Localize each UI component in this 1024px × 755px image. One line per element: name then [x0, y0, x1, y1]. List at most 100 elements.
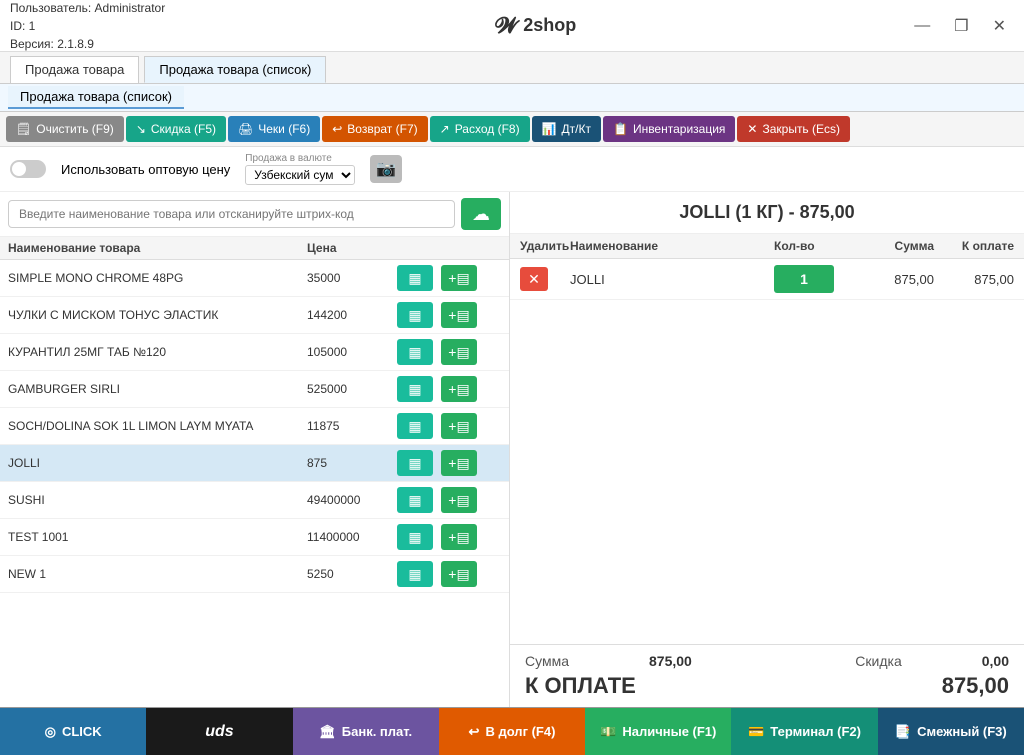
barcode-button[interactable]: ▦	[397, 487, 433, 513]
minimize-button[interactable]: —	[906, 15, 938, 37]
add-to-cart-button[interactable]: +▤	[441, 413, 477, 439]
cart-col-qty: Кол-во	[774, 239, 854, 253]
close-button[interactable]: ✕ Закрыть (Ecs)	[737, 116, 850, 142]
camera-button[interactable]: 📷	[370, 155, 402, 183]
inventory-button[interactable]: 📋 Инвентаризация	[603, 116, 735, 142]
barcode-button[interactable]: ▦	[397, 265, 433, 291]
scan-button[interactable]: ☁	[461, 198, 501, 230]
add-to-cart-button[interactable]: +▤	[441, 302, 477, 328]
add-icon: +▤	[448, 418, 469, 435]
add-to-cart-button[interactable]: +▤	[441, 376, 477, 402]
restore-button[interactable]: ❐	[946, 14, 976, 38]
total-pay-row: К ОПЛАТЕ 875,00	[525, 673, 1009, 699]
tab-sale[interactable]: Продажа товара	[10, 56, 139, 83]
cart-col-name: Наименование	[570, 239, 774, 253]
products-list: SIMPLE MONO CHROME 48PG 35000 ▦ +▤ ЧУЛКИ…	[0, 260, 509, 707]
barcode-button[interactable]: ▦	[397, 561, 433, 587]
terminal-button[interactable]: 💳 Терминал (F2)	[731, 708, 877, 755]
left-panel: ☁ Наименование товара Цена SIMPLE MONO C…	[0, 192, 510, 707]
dtkt-icon: 📊	[542, 122, 557, 136]
id-label: ID: 1	[10, 17, 165, 35]
product-name: TEST 1001	[8, 530, 307, 544]
options-row: Использовать оптовую цену Продажа в валю…	[0, 147, 1024, 192]
delete-cart-item-button[interactable]: ✕	[520, 267, 548, 291]
table-row[interactable]: КУРАНТИЛ 25МГ ТАБ №120 105000 ▦ +▤	[0, 334, 509, 371]
add-to-cart-button[interactable]: +▤	[441, 487, 477, 513]
barcode-button[interactable]: ▦	[397, 413, 433, 439]
search-input[interactable]	[8, 200, 455, 228]
close-icon: ✕	[747, 122, 757, 136]
col-price: Цена	[307, 241, 397, 255]
uds-button[interactable]: uds	[146, 708, 292, 755]
barcode-icon: ▦	[408, 529, 421, 546]
table-row[interactable]: SIMPLE MONO CHROME 48PG 35000 ▦ +▤	[0, 260, 509, 297]
discount-button[interactable]: ↘ Скидка (F5)	[126, 116, 226, 142]
topay-label: К ОПЛАТЕ	[525, 673, 636, 699]
active-tab-row: Продажа товара (список)	[0, 84, 1024, 112]
dtkt-button[interactable]: 📊 Дт/Кт	[532, 116, 601, 142]
add-icon: +▤	[448, 492, 469, 509]
barcode-icon: ▦	[408, 566, 421, 583]
user-info: Пользователь: Administrator ID: 1 Версия…	[10, 0, 165, 53]
add-to-cart-button[interactable]: +▤	[441, 524, 477, 550]
bank-button[interactable]: 🏛 Банк. плат.	[293, 708, 439, 755]
clear-button[interactable]: 🗒 Очистить (F9)	[6, 116, 124, 142]
cart-item-qty[interactable]	[774, 265, 834, 293]
table-row[interactable]: NEW 1 5250 ▦ +▤	[0, 556, 509, 593]
add-icon: +▤	[448, 381, 469, 398]
version-label: Версия: 2.1.8.9	[10, 35, 165, 53]
sum-row: Сумма 875,00 Скидка 0,00	[525, 653, 1009, 669]
cart-row: ✕ JOLLI 875,00 875,00	[510, 259, 1024, 300]
add-to-cart-button[interactable]: +▤	[441, 265, 477, 291]
currency-dropdown[interactable]: Узбекский сум	[245, 165, 355, 185]
main-area: ☁ Наименование товара Цена SIMPLE MONO C…	[0, 192, 1024, 707]
discount-icon: ↘	[136, 122, 146, 136]
expense-button[interactable]: ↗ Расход (F8)	[430, 116, 530, 142]
product-name: ЧУЛКИ С МИСКОМ ТОНУС ЭЛАСТИК	[8, 308, 307, 322]
sum-value: 875,00	[649, 653, 692, 669]
toolbar: 🗒 Очистить (F9) ↘ Скидка (F5) 🖨 Чеки (F6…	[0, 112, 1024, 147]
barcode-button[interactable]: ▦	[397, 450, 433, 476]
product-price: 144200	[307, 308, 397, 322]
return-button[interactable]: ↩ Возврат (F7)	[322, 116, 427, 142]
add-to-cart-button[interactable]: +▤	[441, 561, 477, 587]
table-row[interactable]: SOCH/DOLINA SOK 1L LIMON LAYM MYATA 1187…	[0, 408, 509, 445]
cloud-icon: ☁	[472, 204, 490, 225]
wholesale-toggle[interactable]	[10, 160, 46, 178]
barcode-button[interactable]: ▦	[397, 524, 433, 550]
table-row[interactable]: SUSHI 49400000 ▦ +▤	[0, 482, 509, 519]
products-header: Наименование товара Цена	[0, 237, 509, 260]
click-button[interactable]: ◎ CLICK	[0, 708, 146, 755]
mixed-button[interactable]: 📑 Смежный (F3)	[878, 708, 1024, 755]
discount-label: Скидка	[855, 653, 901, 669]
inventory-icon: 📋	[613, 122, 628, 136]
barcode-button[interactable]: ▦	[397, 302, 433, 328]
checks-button[interactable]: 🖨 Чеки (F6)	[228, 116, 320, 142]
cash-button[interactable]: 💵 Наличные (F1)	[585, 708, 731, 755]
table-row[interactable]: TEST 1001 11400000 ▦ +▤	[0, 519, 509, 556]
debt-button[interactable]: ↩ В долг (F4)	[439, 708, 585, 755]
barcode-button[interactable]: ▦	[397, 339, 433, 365]
cart-item-sum: 875,00	[854, 272, 934, 287]
product-name: SIMPLE MONO CHROME 48PG	[8, 271, 307, 285]
product-name: NEW 1	[8, 567, 307, 581]
totals-area: Сумма 875,00 Скидка 0,00 К ОПЛАТЕ 875,00	[510, 644, 1024, 707]
table-row[interactable]: ЧУЛКИ С МИСКОМ ТОНУС ЭЛАСТИК 144200 ▦ +▤	[0, 297, 509, 334]
table-row[interactable]: JOLLI 875 ▦ +▤	[0, 445, 509, 482]
tab-sale-list[interactable]: Продажа товара (список)	[144, 56, 326, 83]
col-name: Наименование товара	[8, 241, 307, 255]
topay-value: 875,00	[942, 673, 1009, 699]
add-to-cart-button[interactable]: +▤	[441, 450, 477, 476]
cart-col-sum: Сумма	[854, 239, 934, 253]
barcode-button[interactable]: ▦	[397, 376, 433, 402]
app-title: 𝓦 2shop	[495, 13, 576, 39]
cart-item-topay: 875,00	[934, 272, 1014, 287]
product-price: 5250	[307, 567, 397, 581]
barcode-icon: ▦	[408, 455, 421, 472]
title-bar: Пользователь: Administrator ID: 1 Версия…	[0, 0, 1024, 52]
currency-select[interactable]: Продажа в валюте Узбекский сум	[245, 153, 355, 185]
window-controls: — ❐ ✕	[906, 14, 1014, 38]
add-to-cart-button[interactable]: +▤	[441, 339, 477, 365]
table-row[interactable]: GAMBURGER SIRLI 525000 ▦ +▤	[0, 371, 509, 408]
close-window-button[interactable]: ✕	[985, 14, 1014, 38]
